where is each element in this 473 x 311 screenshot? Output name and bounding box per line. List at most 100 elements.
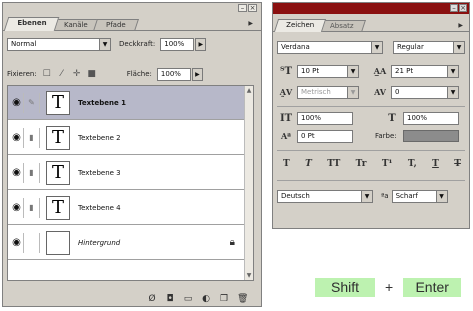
- all-caps-button[interactable]: TT: [327, 159, 340, 171]
- enter-key: Enter: [403, 277, 462, 297]
- eye-icon[interactable]: ◉: [10, 127, 24, 148]
- chevron-down-icon: ▼: [447, 65, 458, 77]
- font-family-select[interactable]: Verdana ▼: [277, 40, 383, 54]
- text-layer-thumbnail: T: [46, 90, 70, 115]
- layer-row[interactable]: ◉ ▮ T Textebene 3: [8, 156, 245, 190]
- layer-row[interactable]: ◉ ✎ T Textebene 1: [8, 86, 245, 120]
- lock-label: Fixieren:: [7, 70, 37, 78]
- text-layer-thumbnail: T: [46, 195, 70, 220]
- chevron-down-icon: ▼: [99, 38, 110, 50]
- horizontal-scale-input[interactable]: 100%: [403, 111, 459, 125]
- layer-row[interactable]: ◉ Hintergrund 🔒︎: [8, 226, 245, 260]
- text-layer-thumbnail: T: [46, 160, 70, 185]
- close-button[interactable]: ×: [248, 4, 257, 12]
- faux-italic-button[interactable]: T: [305, 159, 312, 171]
- baseline-row: Aª 0 Pt Farbe:: [277, 129, 467, 143]
- small-caps-button[interactable]: Tr: [356, 159, 367, 171]
- minimize-button[interactable]: –: [450, 4, 458, 12]
- adjustment-icon[interactable]: ◐: [201, 294, 211, 304]
- font-size-icon: ᵀT: [280, 65, 292, 77]
- layer-name[interactable]: Textebene 1: [78, 99, 126, 107]
- antialias-select[interactable]: Scharf ▼: [391, 189, 448, 203]
- fill-input[interactable]: 100%: [156, 67, 191, 81]
- layer-row[interactable]: ◉ ▮ T Textebene 2: [8, 121, 245, 155]
- opacity-label: Deckkraft:: [119, 40, 156, 48]
- close-button[interactable]: ×: [459, 4, 467, 12]
- superscript-button[interactable]: T¹: [382, 159, 393, 171]
- chevron-down-icon: ▼: [453, 41, 464, 53]
- minimize-button[interactable]: –: [238, 4, 247, 12]
- layer-name[interactable]: Textebene 2: [78, 134, 121, 142]
- mask-icon[interactable]: ◘: [165, 294, 175, 304]
- font-row: Verdana ▼ Regular ▼: [277, 40, 467, 54]
- baseline-shift-input[interactable]: 0 Pt: [297, 129, 353, 143]
- faux-bold-button[interactable]: T: [283, 159, 290, 171]
- eye-icon[interactable]: ◉: [10, 92, 24, 113]
- kerning-select[interactable]: Metrisch ▼: [297, 85, 359, 99]
- panel-header: – ×: [3, 3, 261, 13]
- scroll-down-icon[interactable]: ▼: [245, 271, 253, 280]
- scroll-up-icon[interactable]: ▲: [245, 86, 253, 95]
- lock-all-icon[interactable]: ■: [87, 69, 97, 79]
- vertical-scale-input[interactable]: 100%: [297, 111, 353, 125]
- lock-position-icon[interactable]: ✛: [72, 69, 82, 79]
- layers-tabs: Ebenen Kanäle Pfade: [3, 17, 139, 31]
- link-icon[interactable]: [24, 232, 40, 253]
- blend-mode-select[interactable]: Normal ▼: [7, 37, 111, 51]
- layer-name[interactable]: Textebene 3: [78, 169, 121, 177]
- layer-name[interactable]: Hintergrund: [78, 239, 120, 247]
- panel-menu-icon[interactable]: ▶: [248, 20, 253, 27]
- font-style-select[interactable]: Regular ▼: [393, 40, 465, 54]
- panel-titlebar[interactable]: – ×: [273, 3, 469, 14]
- tracking-icon: AV: [374, 87, 386, 97]
- lock-brush-icon[interactable]: ⁄: [57, 69, 67, 79]
- background-thumbnail: [46, 230, 70, 255]
- layers-scrollbar[interactable]: ▲ ▼: [244, 86, 253, 280]
- keyboard-shortcut: Shift + Enter: [315, 277, 462, 297]
- layer-style-icon[interactable]: Ø: [147, 294, 157, 304]
- blend-opacity-row: Normal ▼ Deckkraft: 100% ▶: [7, 36, 257, 52]
- trash-icon[interactable]: 🗑︎: [237, 294, 248, 304]
- subscript-button[interactable]: T,: [408, 159, 417, 171]
- chevron-down-icon: ▼: [347, 86, 358, 98]
- eye-icon[interactable]: ◉: [10, 162, 24, 183]
- link-icon[interactable]: ▮: [24, 197, 40, 218]
- antialias-icon: ªa: [381, 192, 389, 200]
- chevron-down-icon: ▼: [371, 41, 382, 53]
- panel-menu-icon[interactable]: ▶: [458, 22, 463, 29]
- tracking-select[interactable]: 0 ▼: [391, 85, 459, 99]
- new-set-icon[interactable]: ▭: [183, 294, 193, 304]
- opacity-slider-button[interactable]: ▶: [195, 37, 207, 51]
- brush-icon[interactable]: ✎: [24, 92, 40, 113]
- link-icon[interactable]: ▮: [24, 162, 40, 183]
- opacity-input[interactable]: 100%: [160, 37, 195, 51]
- kerning-row: A̰V Metrisch ▼ AV 0 ▼: [277, 85, 467, 99]
- layer-row[interactable]: ◉ ▮ T Textebene 4: [8, 191, 245, 225]
- layer-name[interactable]: Textebene 4: [78, 204, 121, 212]
- font-size-select[interactable]: 10 Pt ▼: [297, 64, 359, 78]
- eye-icon[interactable]: ◉: [10, 232, 24, 253]
- lock-fill-row: Fixieren: ☐ ⁄ ✛ ■ Fläche: 100% ▶: [7, 66, 257, 82]
- tab-layers[interactable]: Ebenen: [3, 17, 60, 31]
- lock-transparency-icon[interactable]: ☐: [42, 69, 52, 79]
- baseline-shift-icon: Aª: [280, 131, 292, 141]
- color-swatch[interactable]: [402, 130, 459, 142]
- leading-select[interactable]: 21 Pt ▼: [391, 64, 459, 78]
- link-icon[interactable]: ▮: [24, 127, 40, 148]
- fill-slider-button[interactable]: ▶: [191, 67, 203, 81]
- language-row: Deutsch ▼ ªa Scharf ▼: [277, 189, 467, 203]
- type-style-buttons: T T TT Tr T¹ T, T T: [279, 159, 465, 171]
- language-select[interactable]: Deutsch ▼: [277, 189, 373, 203]
- lock-icon: 🔒︎: [229, 237, 235, 248]
- chevron-down-icon: ▼: [447, 86, 458, 98]
- underline-button[interactable]: T: [432, 159, 439, 171]
- chevron-down-icon: ▼: [347, 65, 358, 77]
- new-layer-icon[interactable]: ❐: [219, 294, 229, 304]
- eye-icon[interactable]: ◉: [10, 197, 24, 218]
- color-label: Farbe:: [375, 132, 397, 140]
- layers-bottom-toolbar: Ø ◘ ▭ ◐ ❐ 🗑︎: [7, 293, 257, 305]
- tab-character[interactable]: Zeichen: [273, 19, 327, 32]
- shift-key: Shift: [315, 277, 375, 297]
- strikethrough-button[interactable]: T: [454, 159, 461, 171]
- horizontal-scale-icon: T: [388, 112, 396, 124]
